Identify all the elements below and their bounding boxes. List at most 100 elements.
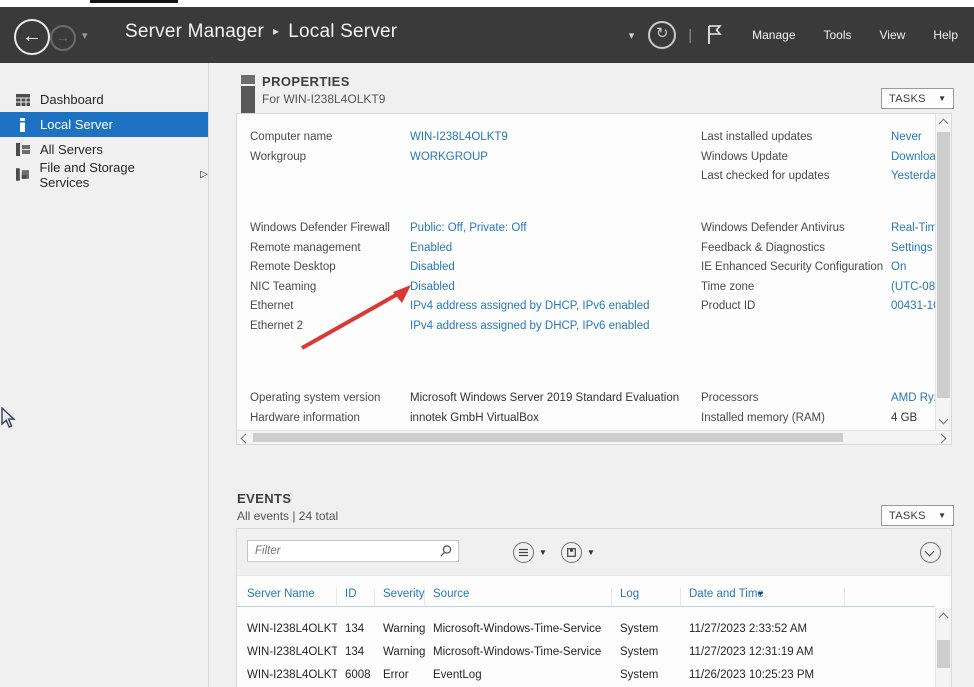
properties-subtitle: For WIN-I238L4OLKT9 [262,92,385,106]
sidebar: Dashboard Local Server All Servers Fil [0,63,209,687]
property-row: Windows Update Downloa [237,148,951,168]
property-label: Ethernet 2 [250,317,303,337]
sidebar-item-all-servers[interactable]: All Servers [0,137,208,162]
titlebar: ← → ▾ Server Manager▸Local Server ▾ ↻ | … [0,7,974,63]
scrollbar-thumb[interactable] [937,640,950,668]
scroll-left-icon[interactable] [241,434,251,444]
save-query-button[interactable] [561,542,582,563]
save-query-caret-icon[interactable]: ▼ [587,548,595,557]
property-value-link[interactable]: Yesterday [891,167,935,187]
property-value: 4 GB [891,409,935,429]
page-title: Local Server [288,21,397,42]
properties-vertical-scrollbar[interactable] [935,114,951,430]
scrollbar-thumb[interactable] [253,433,843,442]
event-row[interactable]: WIN-I238L4OLKT9 134 Warning Microsoft-Wi… [237,640,935,663]
property-value-link[interactable]: IPv4 address assigned by DHCP, IPv6 enab… [410,317,696,337]
column-header-date-time[interactable]: ▼ Date and Time [681,588,845,606]
event-server: WIN-I238L4OLKT9 [237,623,337,635]
expand-chevron-icon[interactable]: ▷ [200,169,208,180]
notification-flag-icon [706,24,724,46]
notifications-button[interactable] [706,24,724,46]
events-subtitle: All events | 24 total [237,509,338,523]
column-header-server-name[interactable]: Server Name [237,588,337,606]
nav-history-caret-icon[interactable]: ▾ [82,29,88,42]
filter-field [247,540,459,562]
menu-view[interactable]: View [880,28,906,42]
forward-button[interactable]: → [50,25,76,51]
server-manager-window: ← → ▾ Server Manager▸Local Server ▾ ↻ | … [0,0,974,687]
search-icon [439,544,453,558]
properties-horizontal-scrollbar[interactable] [237,430,951,444]
property-row: Last installed updates Never [237,128,951,148]
scrollbar-thumb[interactable] [937,132,950,398]
properties-tasks-button[interactable]: TASKS ▼ [881,88,954,109]
column-header-blank [845,600,935,606]
property-row: Processors AMD Ryz [237,389,951,409]
events-vertical-scrollbar[interactable] [935,608,951,687]
menu-bar: Manage Tools View Help [752,28,958,42]
event-datetime: 11/26/2023 10:25:23 PM [681,669,845,681]
chevron-down-icon [925,547,935,557]
property-value-link[interactable]: Real-Tim [891,219,935,239]
sidebar-item-label: All Servers [40,142,103,157]
event-id: 134 [337,623,375,635]
event-log: System [612,623,681,635]
filter-input[interactable] [247,540,459,562]
scroll-up-icon[interactable] [939,613,949,623]
event-datetime: 11/27/2023 12:31:19 AM [681,646,845,658]
menu-help[interactable]: Help [933,28,958,42]
property-row: Ethernet 2 IPv4 address assigned by DHCP… [237,317,951,337]
refresh-button[interactable]: ↻ [648,21,676,49]
property-label: Processors [701,389,759,409]
scroll-up-icon[interactable] [939,119,949,129]
event-row[interactable]: WIN-I238L4OLKT9 6008 Error EventLog Syst… [237,663,935,686]
column-header-source[interactable]: Source [425,588,612,606]
event-source: Microsoft-Windows-Time-Service [425,646,612,658]
sidebar-item-file-storage-services[interactable]: File and Storage Services ▷ [0,162,208,187]
sidebar-item-label: File and Storage Services [39,160,182,190]
scroll-down-icon[interactable] [939,415,949,425]
app-title: Server Manager [125,21,264,42]
menu-manage[interactable]: Manage [752,28,795,42]
property-value-link[interactable]: Never [891,128,935,148]
column-header-severity[interactable]: Severity [375,588,425,606]
event-severity: Error [375,669,425,681]
sidebar-item-dashboard[interactable]: Dashboard [0,87,208,112]
property-value-link[interactable]: AMD Ryz [891,389,935,409]
file-storage-services-icon [16,168,29,181]
property-value-link[interactable]: Downloa [891,148,935,168]
filter-options-button[interactable] [513,542,534,563]
tasks-caret-icon: ▼ [938,94,946,103]
property-value-link[interactable]: Settings [891,239,935,259]
properties-title: PROPERTIES [262,74,350,89]
back-button[interactable]: ← [14,19,50,55]
titlebar-separator: | [688,27,692,44]
property-row: Product ID 00431-10 [237,297,951,317]
column-header-id[interactable]: ID [337,588,375,606]
tasks-caret-icon: ▼ [938,511,946,520]
events-toolbar: ▼ ▼ [237,529,951,576]
column-header-log[interactable]: Log [612,588,681,606]
property-value-link[interactable]: On [891,258,935,278]
event-datetime: 11/27/2023 2:33:52 AM [681,623,845,635]
property-label: Installed memory (RAM) [701,409,825,429]
scroll-right-icon[interactable] [937,434,947,444]
event-row[interactable]: WIN-I238L4OLKT9 134 Warning Microsoft-Wi… [237,617,935,640]
events-table-header: Server Name ID Severity Source Log ▼ Dat… [237,576,935,607]
property-value-link[interactable]: 00431-10 [891,297,935,317]
server-tower-icon [240,75,256,113]
servers-caret-icon[interactable]: ▾ [629,29,635,42]
property-row: Feedback & Diagnostics Settings [237,239,951,259]
events-tasks-button[interactable]: TASKS ▼ [881,505,954,526]
property-row: IE Enhanced Security Configuration On [237,258,951,278]
property-value-link[interactable]: (UTC-08:0 [891,278,935,298]
dashboard-icon [16,94,30,106]
event-source: EventLog [425,669,612,681]
filter-options-caret-icon[interactable]: ▼ [539,548,547,557]
refresh-icon: ↻ [656,25,669,42]
screenshot-artifact-line [90,0,178,3]
sidebar-item-local-server[interactable]: Local Server [0,112,208,137]
menu-tools[interactable]: Tools [824,28,852,42]
collapse-section-button[interactable] [920,542,941,563]
titlebar-actions: ▾ ↻ | Manage Tools View Help [629,7,974,63]
